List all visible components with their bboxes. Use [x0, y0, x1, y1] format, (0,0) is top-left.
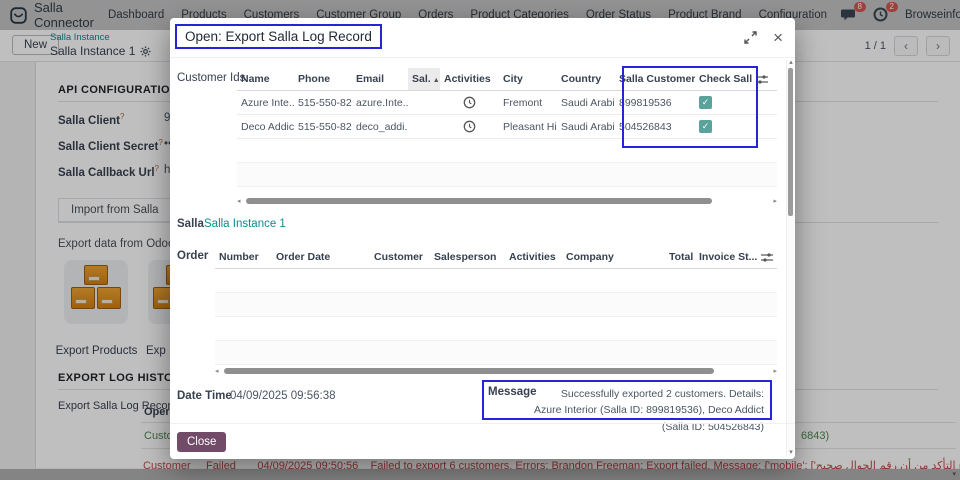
screen: Salla Connector Dashboard Products Custo…	[0, 0, 960, 480]
optional-columns-icon[interactable]	[752, 68, 777, 91]
customer-row[interactable]: Deco Addict 515-550-827 deco_addi... Ple…	[237, 115, 777, 139]
customer-ids-label: Customer Ids	[177, 72, 245, 84]
check-salla-checkbox[interactable]: ✓	[699, 96, 712, 109]
order-table-hscrollbar[interactable]: ◂▸	[215, 366, 777, 377]
col-country[interactable]: Country	[557, 68, 615, 91]
salla-instance-link[interactable]: Salla Instance 1	[204, 218, 286, 230]
empty-row	[215, 269, 777, 293]
modal-vscrollbar[interactable]: ▴ ▾	[786, 60, 794, 456]
expand-icon[interactable]	[744, 31, 757, 44]
modal-footer: Close	[170, 423, 795, 459]
empty-row	[215, 341, 777, 365]
order-label: Order	[177, 250, 208, 262]
close-icon[interactable]: ×	[773, 29, 783, 46]
optional-columns-icon[interactable]	[757, 246, 777, 269]
col-phone[interactable]: Phone	[294, 68, 352, 91]
customer-table-hscrollbar[interactable]: ◂▸	[237, 196, 777, 207]
col-activities[interactable]: Activities	[440, 68, 499, 91]
date-time-value: 04/09/2025 09:56:38	[230, 390, 336, 402]
vscrollbar-thumb[interactable]	[788, 68, 793, 216]
col-city[interactable]: City	[499, 68, 557, 91]
col-sal-sorted[interactable]: Sal.▲	[408, 68, 440, 91]
empty-row	[215, 317, 777, 341]
col-name[interactable]: Name	[237, 68, 294, 91]
col-order-date[interactable]: Order Date	[272, 246, 370, 269]
modal-header: Open: Export Salla Log Record ×	[170, 18, 795, 58]
check-salla-checkbox[interactable]: ✓	[699, 120, 712, 133]
col-customer[interactable]: Customer	[370, 246, 430, 269]
col-salesperson[interactable]: Salesperson	[430, 246, 505, 269]
empty-row	[215, 293, 777, 317]
col-email[interactable]: Email	[352, 68, 408, 91]
customer-row[interactable]: Azure Inte... 515-550-827 azure.Inte... …	[237, 91, 777, 115]
col-total[interactable]: Total	[665, 246, 695, 269]
col-check-salla[interactable]: Check Salla	[695, 68, 752, 91]
col-number[interactable]: Number	[215, 246, 272, 269]
col-invoice-status[interactable]: Invoice St...	[695, 246, 757, 269]
col-activities[interactable]: Activities	[505, 246, 562, 269]
activity-clock-icon[interactable]	[440, 115, 499, 139]
empty-row	[237, 163, 777, 187]
date-time-label: Date Time	[177, 390, 232, 402]
export-log-modal: Open: Export Salla Log Record × Customer…	[170, 18, 795, 459]
activity-clock-icon[interactable]	[440, 91, 499, 115]
customer-table: Name Phone Email Sal.▲ Activities City C…	[237, 68, 777, 187]
salla-label: Salla	[177, 218, 204, 230]
col-salla-customer-id[interactable]: Salla Customer Id	[615, 68, 695, 91]
close-button[interactable]: Close	[177, 432, 226, 452]
empty-row	[237, 139, 777, 163]
order-table: Number Order Date Customer Salesperson A…	[215, 246, 777, 365]
modal-title: Open: Export Salla Log Record	[175, 24, 382, 49]
col-company[interactable]: Company	[562, 246, 665, 269]
sort-asc-icon: ▲	[433, 77, 440, 84]
message-label: Message	[488, 386, 537, 398]
